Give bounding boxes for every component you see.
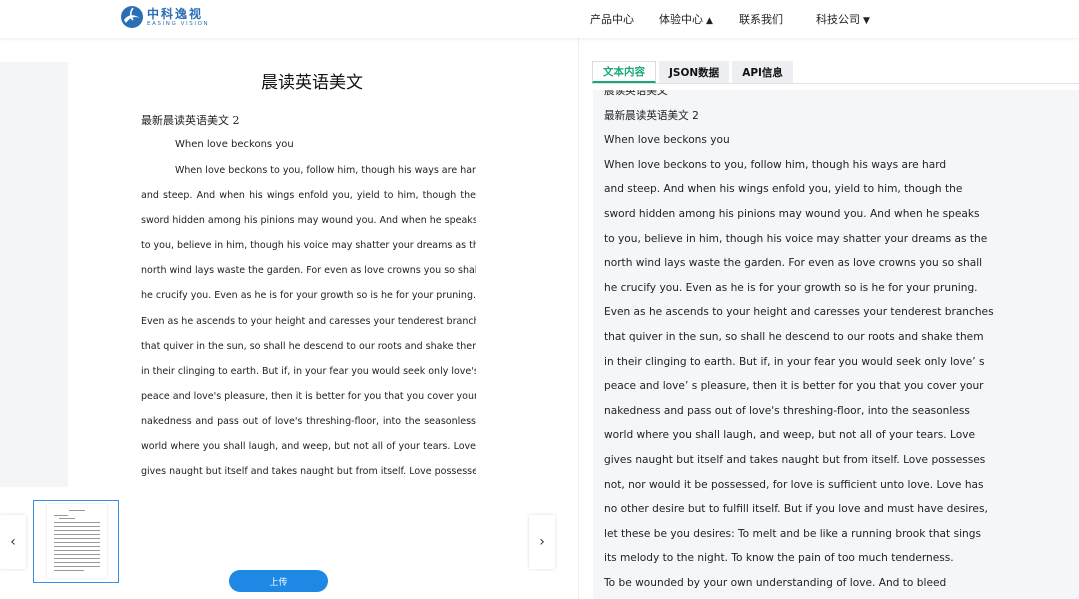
tabs-underline <box>592 83 1079 84</box>
chevron-right-icon: › <box>539 534 545 550</box>
document-title: 晨读英语美文 <box>261 73 363 93</box>
result-line: not, nor would it be possessed, for love… <box>604 478 984 491</box>
caret-down-icon: ▼ <box>863 16 870 26</box>
next-page-button[interactable]: › <box>529 515 555 569</box>
tab-api-info[interactable]: API信息 <box>732 61 793 83</box>
logo-wave-icon <box>120 5 144 29</box>
document-line: he crucify you. Even as he is for your g… <box>141 290 476 302</box>
result-line: that quiver in the sun, so shall he desc… <box>604 330 984 343</box>
document-line: north wind lays waste the garden. For ev… <box>141 265 476 277</box>
nav-tech-company-label: 科技公司 <box>816 13 860 26</box>
result-line: When love beckons you <box>604 134 730 147</box>
document-page: 晨读英语美文 最新晨读英语美文 2 When love beckons you … <box>68 62 556 487</box>
nav-product-center[interactable]: 产品中心 <box>590 11 634 27</box>
document-line: world where you shall laugh, and weep, b… <box>141 441 476 453</box>
text-result-panel[interactable]: 晨读英语美文 最新晨读英语美文 2 When love beckons you … <box>593 90 1079 599</box>
chevron-left-icon: ‹ <box>10 534 16 550</box>
top-header: 中科逸视 EASING VISION 产品中心 体验中心 ▲ 联系我们 科技公司 ▼ <box>0 0 1079 38</box>
logo[interactable]: 中科逸视 EASING VISION <box>120 5 209 29</box>
logo-cn-text: 中科逸视 <box>147 6 204 21</box>
result-line: world where you shall laugh, and weep, b… <box>604 429 975 442</box>
prev-page-button[interactable]: ‹ <box>0 515 26 569</box>
document-line: Even as he ascends to your height and ca… <box>141 315 476 327</box>
thumbnail-page-preview <box>47 504 107 578</box>
nav-tech-company[interactable]: 科技公司 ▼ <box>816 11 870 27</box>
result-line: he crucify you. Even as he is for your g… <box>604 281 978 294</box>
result-line: nakedness and pass out of love's threshi… <box>604 404 970 417</box>
document-line: sword hidden among his pinions may wound… <box>141 215 476 227</box>
result-line: north wind lays waste the garden. For ev… <box>604 257 983 270</box>
result-line: To be wounded by your own understanding … <box>604 576 947 589</box>
result-line: let these be you desires: To melt and be… <box>604 527 981 540</box>
document-line: that quiver in the sun, so shall he desc… <box>141 340 476 352</box>
document-line: in their clinging to earth. But if, in y… <box>141 365 476 377</box>
document-line: and steep. And when his wings enfold you… <box>141 190 476 202</box>
result-line: gives naught but itself and takes naught… <box>604 453 986 466</box>
document-line: When love beckons to you, follow him, th… <box>175 165 476 176</box>
result-line: 晨读英语美文 <box>604 90 668 97</box>
logo-en-text: EASING VISION <box>147 20 210 27</box>
text-result-content: 晨读英语美文 最新晨读英语美文 2 When love beckons you … <box>604 90 1074 595</box>
tab-json-data[interactable]: JSON数据 <box>659 61 730 83</box>
document-body: When love beckons to you, follow him, th… <box>141 158 476 484</box>
panel-divider <box>578 38 579 599</box>
result-tabs: 文本内容 JSON数据 API信息 <box>592 61 796 83</box>
document-line: gives naught but itself and takes naught… <box>141 466 476 478</box>
nav-contact-us-label: 联系我们 <box>739 13 783 26</box>
document-subtitle: 最新晨读英语美文 2 <box>141 114 240 127</box>
result-line: to you, believe in him, though his voice… <box>604 232 988 245</box>
nav-product-center-label: 产品中心 <box>590 13 634 26</box>
result-line: 最新晨读英语美文 2 <box>604 109 699 122</box>
result-line: and steep. And when his wings enfold you… <box>604 183 963 196</box>
result-line: sword hidden among his pinions may wound… <box>604 207 980 220</box>
result-line: Even as he ascends to your height and ca… <box>604 306 994 319</box>
document-line: to you, believe in him, though his voice… <box>141 240 476 252</box>
document-heading: When love beckons you <box>175 139 294 150</box>
tab-text-content[interactable]: 文本内容 <box>592 61 656 83</box>
upload-button[interactable]: 上传 <box>229 570 328 592</box>
document-line: peace and love's pleasure, then it is be… <box>141 390 476 402</box>
result-line: no other desire but to fulfill itself. B… <box>604 503 988 516</box>
page-thumbnail[interactable] <box>33 500 119 583</box>
nav-experience-center[interactable]: 体验中心 ▲ <box>659 11 713 27</box>
result-line: When love beckons to you, follow him, th… <box>604 158 947 171</box>
caret-up-icon: ▲ <box>706 16 713 26</box>
result-line: its melody to the night. To know the pai… <box>604 552 954 565</box>
document-line: nakedness and pass out of love's threshi… <box>141 415 476 427</box>
result-line: in their clinging to earth. But if, in y… <box>604 355 985 368</box>
nav-contact-us[interactable]: 联系我们 <box>739 11 783 27</box>
nav-experience-center-label: 体验中心 <box>659 13 703 26</box>
result-line: peace and love’ s pleasure, then it is b… <box>604 380 984 393</box>
